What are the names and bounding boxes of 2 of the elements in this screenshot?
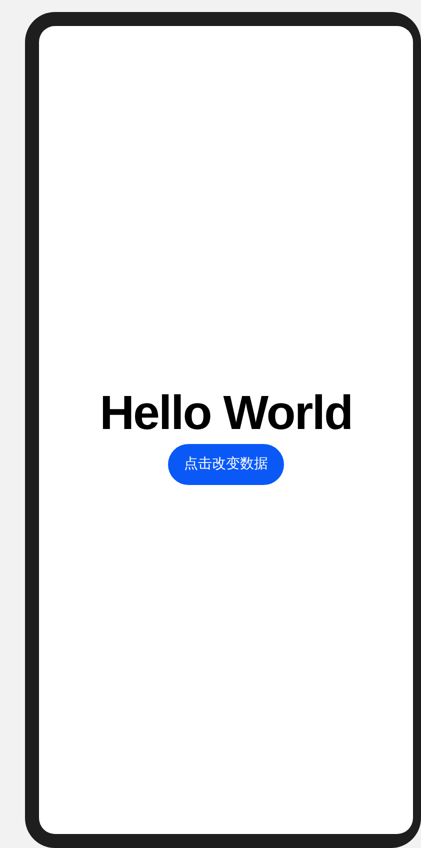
change-data-button[interactable]: 点击改变数据 <box>168 444 284 484</box>
hello-title: Hello World <box>100 386 352 442</box>
